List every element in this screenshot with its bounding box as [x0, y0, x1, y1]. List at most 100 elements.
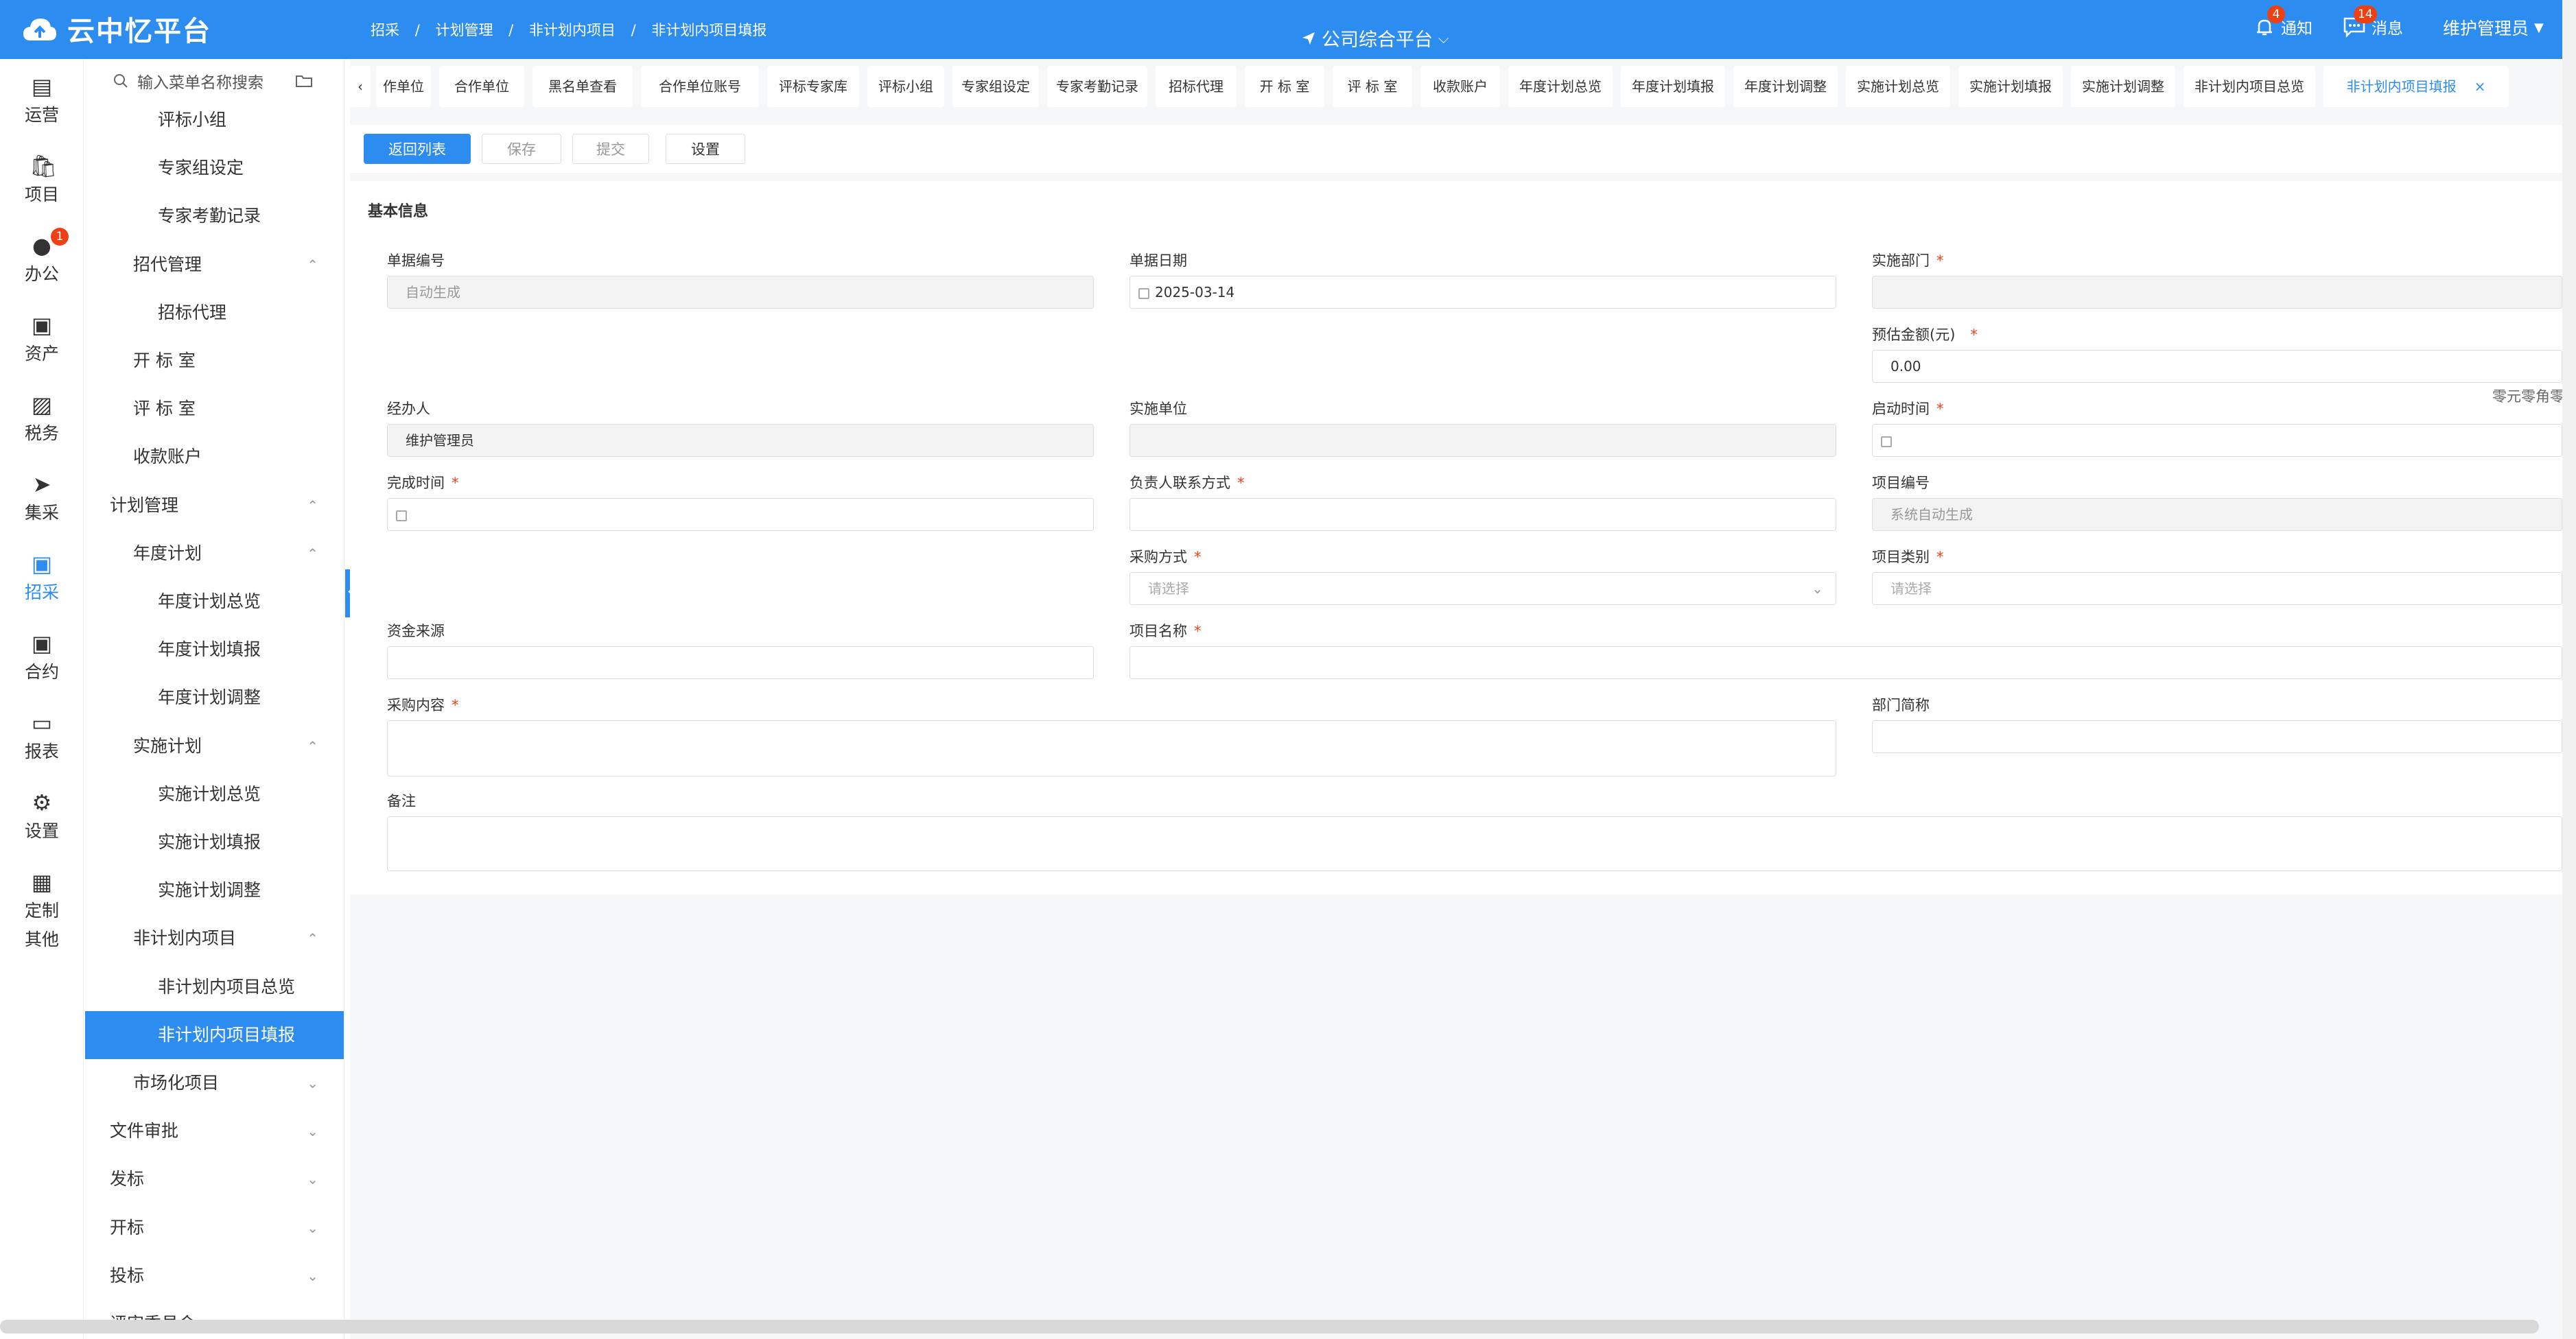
- menu-item-label: 年度计划调整: [158, 687, 261, 708]
- section-title: 基本信息: [368, 203, 429, 220]
- chevron-up-icon: ⌃: [307, 930, 318, 947]
- dept-field[interactable]: [1872, 276, 2562, 309]
- menu-item[interactable]: 年度计划调整: [85, 674, 344, 722]
- rail-item[interactable]: ● 办公 1: [0, 228, 84, 285]
- menu-search[interactable]: 输入菜单名称搜索: [113, 67, 339, 95]
- amount-field[interactable]: 0.00: [1872, 350, 2562, 383]
- menu-item[interactable]: 计划管理 ⌃: [85, 482, 344, 530]
- menu-item[interactable]: 专家考勤记录: [85, 192, 344, 240]
- save-button[interactable]: 保存: [482, 134, 561, 164]
- menu-item[interactable]: 实施计划填报: [85, 818, 344, 866]
- menu-item-label: 专家组设定: [158, 158, 244, 178]
- platform-switcher[interactable]: 公司综合平台 ⌵: [1301, 25, 1449, 51]
- menu-item[interactable]: 专家组设定: [85, 144, 344, 192]
- menu-item[interactable]: 开标 ⌄: [85, 1204, 344, 1252]
- tab-scroll-left[interactable]: ‹: [350, 66, 371, 107]
- rail-item[interactable]: ▣ 资产: [0, 313, 84, 365]
- tab[interactable]: 黑名单查看: [532, 66, 633, 107]
- menu-item[interactable]: 非计划内项目总览: [85, 963, 344, 1011]
- rail-item[interactable]: 🛍 项目: [0, 154, 84, 206]
- remark-textarea[interactable]: [387, 816, 2562, 871]
- menu-item[interactable]: 评标小组: [85, 96, 344, 144]
- rail-item[interactable]: ⚙ 设置: [0, 790, 84, 842]
- tab[interactable]: 实施计划总览: [1846, 66, 1950, 107]
- menu-item[interactable]: 招标代理: [85, 289, 344, 337]
- tab[interactable]: 年度计划填报: [1621, 66, 1725, 107]
- close-icon[interactable]: ×: [2474, 78, 2486, 95]
- purchase-content-textarea[interactable]: [387, 720, 1836, 777]
- breadcrumb-item[interactable]: 非计划内项目: [529, 22, 616, 38]
- menu-item[interactable]: 实施计划 ⌃: [85, 722, 344, 770]
- rail-item-label: 其他: [24, 929, 59, 949]
- rail-item[interactable]: ▣ 招采: [0, 552, 84, 604]
- user-menu[interactable]: 维护管理员 ▼: [2443, 15, 2544, 40]
- tab[interactable]: 作单位: [376, 66, 431, 107]
- menu-item[interactable]: 收款账户: [85, 433, 344, 481]
- message-button[interactable]: 消息 14: [2343, 5, 2403, 38]
- tab[interactable]: 招标代理: [1156, 66, 1237, 107]
- folder-icon[interactable]: [295, 73, 313, 88]
- notify-button[interactable]: 通知 4: [2253, 5, 2312, 38]
- tab[interactable]: 专家组设定: [952, 66, 1039, 107]
- project-category-select[interactable]: 请选择: [1872, 572, 2562, 605]
- tab[interactable]: 评 标 室: [1333, 66, 1412, 107]
- finish-time-field[interactable]: [387, 498, 1094, 531]
- menu-item[interactable]: 年度计划填报: [85, 626, 344, 674]
- required-mark: *: [1936, 401, 1944, 417]
- tab-bar: ‹ 作单位 合作单位 黑名单查看 合作单位账号 评标专家库 评标小组 专家组设定 专家考勤记录…: [350, 66, 2562, 108]
- rail-item[interactable]: ▣ 合约: [0, 631, 84, 683]
- project-name-field[interactable]: [1129, 646, 2562, 679]
- rail-item[interactable]: ➤ 集采: [0, 472, 84, 524]
- menu-item[interactable]: 年度计划 ⌃: [85, 530, 344, 578]
- chevron-down-icon: ⌄: [307, 1123, 318, 1140]
- tab[interactable]: 非计划内项目填报 ×: [2323, 66, 2509, 107]
- menu-item[interactable]: 市场化项目 ⌄: [85, 1059, 344, 1107]
- rail-item[interactable]: ▨ 税务: [0, 392, 84, 445]
- tab[interactable]: 非计划内项目总览: [2183, 66, 2315, 107]
- rail-item[interactable]: 其他: [0, 926, 84, 951]
- menu-item[interactable]: 招代管理 ⌃: [85, 241, 344, 289]
- tab[interactable]: 实施计划调整: [2071, 66, 2175, 107]
- handler-field: 维护管理员: [387, 424, 1094, 457]
- tab[interactable]: 评标小组: [867, 66, 944, 107]
- menu-item[interactable]: 非计划内项目填报: [85, 1010, 344, 1059]
- tab[interactable]: 合作单位: [439, 66, 524, 107]
- fund-source-field[interactable]: [387, 646, 1094, 679]
- breadcrumb-item[interactable]: 计划管理: [435, 22, 493, 38]
- contact-field[interactable]: [1129, 498, 1836, 531]
- rail-item[interactable]: ▭ 报表: [0, 711, 84, 763]
- tab[interactable]: 开 标 室: [1245, 66, 1324, 107]
- settings-button[interactable]: 设置: [666, 134, 745, 164]
- menu-item[interactable]: 非计划内项目 ⌃: [85, 914, 344, 962]
- tab[interactable]: 年度计划调整: [1733, 66, 1838, 107]
- purchase-method-select[interactable]: 请选择 ⌄: [1129, 572, 1836, 605]
- tab[interactable]: 收款账户: [1420, 66, 1500, 107]
- rail-item[interactable]: ▦ 定制: [0, 870, 84, 922]
- submit-button[interactable]: 提交: [572, 134, 649, 164]
- back-to-list-button[interactable]: 返回列表: [364, 134, 471, 164]
- tab[interactable]: 合作单位账号: [641, 66, 759, 107]
- menu-item[interactable]: 实施计划调整: [85, 866, 344, 914]
- tab[interactable]: 年度计划总览: [1508, 66, 1613, 107]
- rail-item[interactable]: ▤ 运营: [0, 74, 84, 126]
- start-time-field[interactable]: [1872, 424, 2562, 457]
- menu-item[interactable]: 投标 ⌄: [85, 1252, 344, 1300]
- tab[interactable]: 实施计划填报: [1958, 66, 2063, 107]
- menu-item[interactable]: 文件审批 ⌄: [85, 1107, 344, 1155]
- menu-item[interactable]: 年度计划总览: [85, 578, 344, 626]
- doc-date-field[interactable]: 2025-03-14: [1129, 276, 1836, 309]
- breadcrumb-item[interactable]: 招采: [371, 22, 399, 38]
- tab[interactable]: 评标专家库: [767, 66, 859, 107]
- menu-item-label: 文件审批: [110, 1121, 179, 1141]
- menu-item[interactable]: 发标 ⌄: [85, 1155, 344, 1203]
- menu-item[interactable]: 实施计划总览: [85, 770, 344, 818]
- horizontal-scrollbar[interactable]: [0, 1320, 2539, 1334]
- fund-source-label: 资金来源: [387, 620, 445, 641]
- logo[interactable]: 云中忆平台: [22, 10, 211, 48]
- tab-label: 评标专家库: [779, 78, 847, 95]
- dept-short-field[interactable]: [1872, 720, 2562, 753]
- tab[interactable]: 专家考勤记录: [1047, 66, 1147, 107]
- menu-item[interactable]: 评 标 室: [85, 385, 344, 433]
- vertical-scrollbar[interactable]: [2562, 0, 2576, 1339]
- menu-item[interactable]: 开 标 室: [85, 337, 344, 385]
